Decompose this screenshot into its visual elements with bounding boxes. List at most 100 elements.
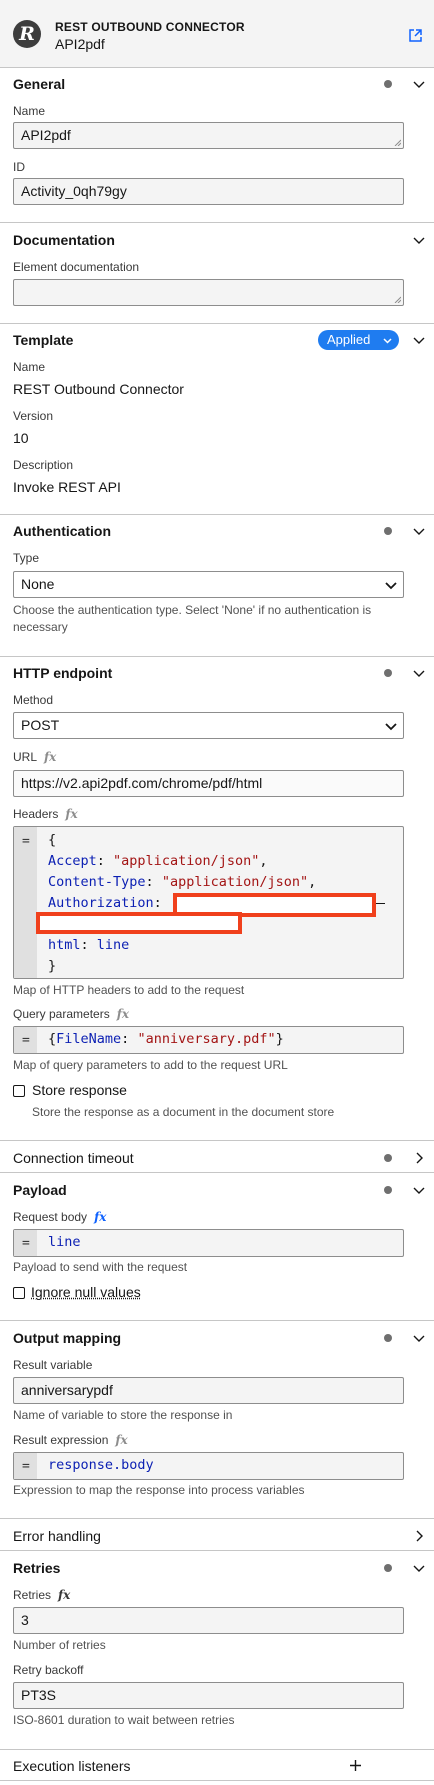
section-error-handling-title[interactable]: Error handling <box>13 1528 101 1544</box>
divider <box>0 1172 434 1173</box>
section-payload-title[interactable]: Payload <box>13 1182 67 1198</box>
method-select[interactable]: POST <box>13 712 404 739</box>
headers-help: Map of HTTP headers to add to the reques… <box>13 983 245 997</box>
fx-icon[interactable]: fx <box>115 1433 127 1447</box>
url-label: URL fx <box>13 750 56 764</box>
feel-equals-icon: = <box>22 1459 30 1474</box>
feel-equals-icon: = <box>22 834 30 849</box>
result-expression-feel-editor[interactable]: = response.body <box>13 1452 404 1480</box>
divider <box>0 1749 434 1750</box>
redaction-box <box>36 912 242 934</box>
element-name: API2pdf <box>55 36 105 52</box>
element-documentation-field[interactable] <box>13 279 404 306</box>
section-http-data-dot <box>384 669 392 677</box>
element-type: REST OUTBOUND CONNECTOR <box>55 20 245 34</box>
id-field[interactable]: Activity_0qh79gy <box>13 178 404 205</box>
template-applied-dropdown[interactable]: Applied <box>318 330 399 350</box>
chevron-right-icon[interactable] <box>413 1530 425 1542</box>
chevron-down-icon <box>385 582 397 590</box>
fx-icon[interactable]: fx <box>58 1588 70 1602</box>
name-label: Name <box>13 104 46 118</box>
add-listener-plus-icon[interactable] <box>349 1759 362 1772</box>
section-output-data-dot <box>384 1334 392 1342</box>
retries-field[interactable]: 3 <box>13 1607 404 1634</box>
request-body-feel-editor[interactable]: = line <box>13 1229 404 1257</box>
connector-logo-icon: R <box>13 20 41 48</box>
chevron-down-icon[interactable] <box>413 78 425 90</box>
name-field[interactable]: API2pdf <box>13 122 404 149</box>
name-field-value: API2pdf <box>21 127 71 143</box>
retry-backoff-help: ISO-8601 duration to wait between retrie… <box>13 1713 235 1727</box>
ignore-null-values-label[interactable]: Ignore null values <box>31 1284 141 1300</box>
resize-handle-icon[interactable] <box>393 295 401 303</box>
chevron-down-icon[interactable] <box>413 525 425 537</box>
section-execution-listeners-title[interactable]: Execution listeners <box>13 1758 131 1774</box>
fx-icon[interactable]: fx <box>117 1007 129 1021</box>
headers-label-text: Headers <box>13 807 59 821</box>
request-body-label-text: Request body <box>13 1210 88 1224</box>
section-output-mapping-title[interactable]: Output mapping <box>13 1330 121 1346</box>
fx-icon[interactable]: fx <box>65 807 77 821</box>
auth-type-help: Choose the authentication type. Select '… <box>13 603 372 634</box>
chevron-down-icon[interactable] <box>413 667 425 679</box>
template-version-value: 10 <box>13 430 29 446</box>
chevron-down-icon[interactable] <box>413 1184 425 1196</box>
divider <box>0 1518 434 1519</box>
header-value-accept: "application/json" <box>113 853 260 869</box>
result-variable-field[interactable]: anniversarypdf <box>13 1377 404 1404</box>
section-payload-data-dot <box>384 1186 392 1194</box>
fx-icon[interactable]: fx <box>94 1210 106 1224</box>
chevron-down-icon[interactable] <box>413 234 425 246</box>
request-body-label: Request body fx <box>13 1210 106 1224</box>
store-response-checkbox[interactable] <box>13 1085 25 1097</box>
query-params-label-text: Query parameters <box>13 1007 110 1021</box>
headers-label: Headers fx <box>13 807 78 821</box>
section-authentication-data-dot <box>384 527 392 535</box>
header-value-html: line <box>96 937 130 953</box>
query-value-filename: "anniversary.pdf" <box>137 1031 276 1047</box>
divider <box>0 1140 434 1141</box>
divider <box>0 1780 434 1781</box>
query-params-feel-editor[interactable]: = {FileName: "anniversary.pdf"} <box>13 1026 404 1054</box>
method-value: POST <box>21 717 60 733</box>
chevron-right-icon[interactable] <box>413 1152 425 1164</box>
result-expression-label: Result expression fx <box>13 1433 128 1447</box>
resize-handle-icon[interactable] <box>393 138 401 146</box>
divider <box>0 1550 434 1551</box>
result-expression-help: Expression to map the response into proc… <box>13 1483 305 1497</box>
url-field[interactable]: https://v2.api2pdf.com/chrome/pdf/html <box>13 770 404 797</box>
code-line: Accept: "application/json", <box>48 853 268 869</box>
section-general-title[interactable]: General <box>13 76 65 92</box>
template-description-label: Description <box>13 458 74 472</box>
store-response-label[interactable]: Store response <box>32 1082 127 1098</box>
section-documentation-title[interactable]: Documentation <box>13 232 115 248</box>
template-description-value: Invoke REST API <box>13 479 121 495</box>
section-http-endpoint-title[interactable]: HTTP endpoint <box>13 665 112 681</box>
retries-help: Number of retries <box>13 1638 106 1652</box>
query-params-help: Map of query parameters to add to the re… <box>13 1058 288 1072</box>
template-name-value: REST Outbound Connector <box>13 381 184 397</box>
code-line: Content-Type: "application/json", <box>48 874 317 890</box>
retries-label-text: Retries <box>13 1588 52 1602</box>
fx-icon[interactable]: fx <box>44 750 56 764</box>
request-body-help: Payload to send with the request <box>13 1260 188 1274</box>
auth-type-select[interactable]: None <box>13 571 404 598</box>
section-retries-title[interactable]: Retries <box>13 1560 60 1576</box>
result-expression-label-text: Result expression <box>13 1433 109 1447</box>
result-variable-help: Name of variable to store the response i… <box>13 1408 233 1422</box>
section-authentication-title[interactable]: Authentication <box>13 523 111 539</box>
section-connection-timeout-title[interactable]: Connection timeout <box>13 1150 134 1166</box>
divider <box>0 323 434 324</box>
retry-backoff-field[interactable]: PT3S <box>13 1682 404 1709</box>
id-label: ID <box>13 160 25 174</box>
ignore-null-values-checkbox[interactable] <box>13 1287 25 1299</box>
request-body-value: line <box>48 1234 81 1250</box>
code-line: html: line <box>48 937 130 953</box>
open-external-icon[interactable] <box>409 29 422 42</box>
section-template-title[interactable]: Template <box>13 332 73 348</box>
chevron-down-icon[interactable] <box>413 1332 425 1344</box>
code-line: } <box>48 958 57 974</box>
chevron-down-icon[interactable] <box>413 334 425 346</box>
chevron-down-icon[interactable] <box>413 1562 425 1574</box>
template-name-label: Name <box>13 360 46 374</box>
